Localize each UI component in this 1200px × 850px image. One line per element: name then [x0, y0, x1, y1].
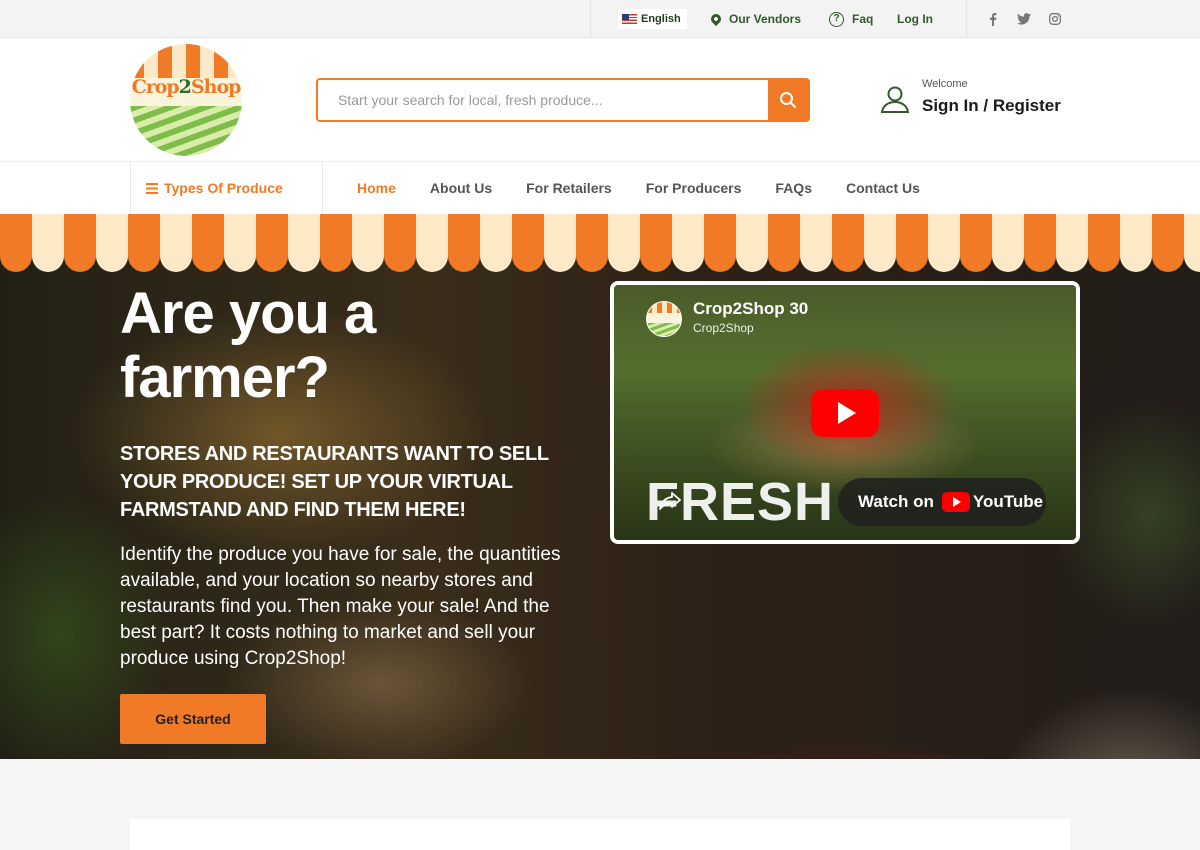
menu-icon	[146, 182, 158, 194]
nav-item-faqs[interactable]: FAQs	[758, 180, 829, 196]
language-selector[interactable]: English	[618, 9, 687, 29]
search-icon	[780, 92, 796, 108]
nav-item-for-retailers[interactable]: For Retailers	[509, 180, 629, 196]
main-nav: Types Of Produce Home About Us For Retai…	[0, 162, 1200, 214]
logo-text: Crop2Shop	[131, 76, 242, 98]
faq-link[interactable]: ? Faq	[829, 0, 873, 38]
divider	[590, 0, 591, 38]
watch-on-youtube-button[interactable]: Watch on YouTube	[838, 478, 1046, 526]
our-vendors-link[interactable]: Our Vendors	[708, 0, 802, 38]
get-started-button[interactable]: Get Started	[120, 694, 266, 744]
login-link[interactable]: Log In	[897, 0, 933, 38]
share-icon[interactable]	[658, 491, 682, 511]
divider	[966, 0, 967, 38]
youtube-play-icon	[941, 492, 970, 512]
hero-section: Are you a farmer? STORES AND RESTAURANTS…	[0, 214, 1200, 759]
search-input[interactable]	[318, 80, 768, 120]
nav-item-contact-us[interactable]: Contact Us	[829, 180, 937, 196]
hero-title: Are you a farmer?	[120, 281, 376, 410]
channel-avatar[interactable]	[646, 301, 682, 337]
awning-border	[0, 214, 1200, 272]
logo-awning	[130, 44, 242, 78]
video-embed[interactable]: Crop2Shop 30 Crop2Shop FRESH Watch on Yo…	[610, 281, 1080, 544]
watch-on-label: Watch on	[858, 492, 934, 511]
crop2shop-logo[interactable]: Crop2Shop	[130, 44, 242, 156]
hero-description: Identify the produce you have for sale, …	[120, 544, 561, 669]
categories-label: Types Of Produce	[164, 180, 283, 196]
video-channel[interactable]: Crop2Shop	[693, 321, 754, 335]
site-header: Crop2Shop Welcome Sign In / Register	[0, 38, 1200, 162]
nav-item-about-us[interactable]: About Us	[413, 180, 509, 196]
our-vendors-label: Our Vendors	[729, 12, 802, 26]
search-button[interactable]	[768, 80, 808, 120]
video-title[interactable]: Crop2Shop 30	[693, 299, 808, 319]
us-flag-icon	[622, 14, 637, 24]
youtube-logo: YouTube	[941, 492, 1043, 512]
produce-categories-toggle[interactable]: Types Of Produce	[130, 162, 323, 214]
login-label: Log In	[897, 12, 933, 26]
play-button[interactable]	[811, 389, 879, 437]
content-card	[130, 819, 1070, 850]
question-circle-icon: ?	[829, 11, 844, 27]
user-icon	[880, 86, 910, 113]
nav-menu: Home About Us For Retailers For Producer…	[340, 162, 937, 214]
signin-register-label: Sign In / Register	[922, 96, 1061, 115]
hero-subtitle: STORES AND RESTAURANTS WANT TO SELL YOUR…	[120, 443, 549, 521]
logo-fields	[130, 106, 242, 156]
faq-label: Faq	[852, 12, 874, 26]
top-bar: English Our Vendors ? Faq Log In	[0, 0, 1200, 38]
welcome-label: Welcome	[922, 78, 968, 90]
facebook-icon[interactable]	[989, 0, 997, 38]
twitter-icon[interactable]	[1017, 0, 1031, 38]
nav-item-home[interactable]: Home	[340, 180, 413, 196]
nav-item-for-producers[interactable]: For Producers	[629, 180, 759, 196]
search-bar	[316, 78, 810, 122]
instagram-icon[interactable]	[1049, 0, 1061, 38]
account-link[interactable]: Welcome Sign In / Register	[878, 76, 1078, 126]
language-label: English	[641, 13, 681, 25]
map-pin-icon	[708, 11, 724, 27]
